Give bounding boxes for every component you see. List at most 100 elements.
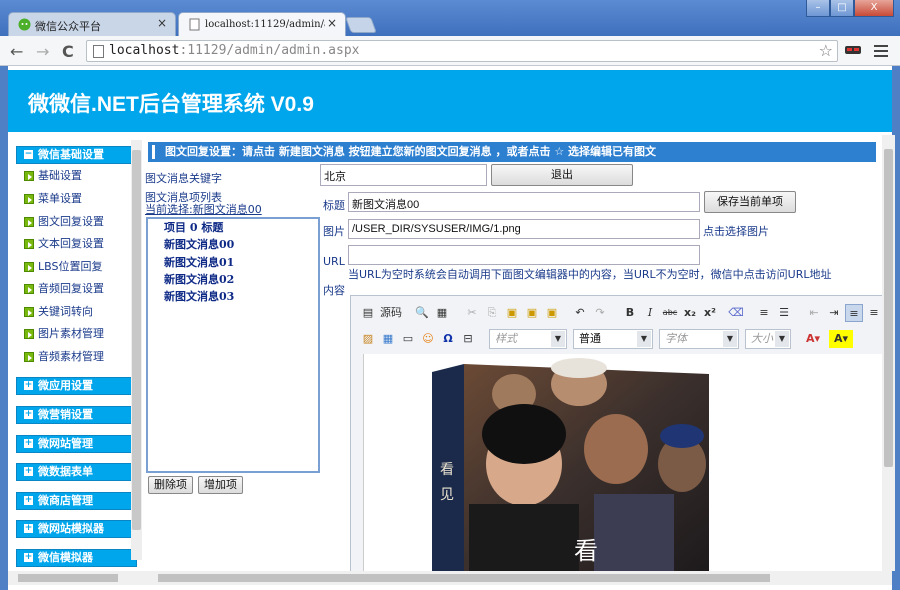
arrow-bullet-icon: [24, 194, 34, 204]
align-left-icon[interactable]: ≡: [845, 304, 863, 322]
source-button[interactable]: 源码: [377, 304, 405, 322]
delete-item-button[interactable]: 删除项: [148, 476, 193, 494]
paste-icon[interactable]: ▣: [503, 304, 521, 322]
arrow-bullet-icon: [24, 329, 34, 339]
save-item-button[interactable]: 保存当前单项: [704, 191, 796, 213]
image-path-input[interactable]: /USER_DIR/SYSUSER/IMG/1.png: [348, 219, 700, 239]
sidebar-item-news-reply[interactable]: 图文回复设置: [24, 213, 104, 231]
list-item[interactable]: 新图文消息01: [164, 254, 234, 270]
sidebar-item-text-reply[interactable]: 文本回复设置: [24, 235, 104, 253]
image-icon[interactable]: ▨: [359, 330, 377, 348]
indent-icon[interactable]: ⇥: [825, 304, 843, 322]
list-item[interactable]: 新图文消息02: [164, 271, 234, 287]
horizontal-line-icon[interactable]: ▭: [399, 330, 417, 348]
forward-button[interactable]: →: [36, 42, 49, 61]
item-listbox[interactable]: 项目 0 标题 新图文消息00 新图文消息01 新图文消息02 新图文消息03: [146, 217, 320, 473]
superscript-icon[interactable]: x²: [701, 304, 719, 322]
url-input[interactable]: [348, 245, 700, 265]
page-scrollbar[interactable]: [882, 135, 895, 571]
table-icon[interactable]: ▦: [379, 330, 397, 348]
sidebar-item-keyword-redirect[interactable]: 关键词转向: [24, 303, 93, 321]
arrow-bullet-icon: [24, 284, 34, 294]
redo-icon[interactable]: ↷: [591, 304, 609, 322]
chevron-down-icon: ▼: [775, 331, 789, 347]
expand-icon: +: [24, 466, 33, 476]
paste-word-icon[interactable]: ▣: [543, 304, 561, 322]
minimize-button[interactable]: –: [806, 0, 830, 17]
add-item-button[interactable]: 增加项: [198, 476, 243, 494]
sidebar-item-image-assets[interactable]: 图片素材管理: [24, 325, 104, 343]
sidebar-item-basic-settings[interactable]: 基础设置: [24, 167, 82, 185]
preview-icon[interactable]: 🔍: [413, 304, 431, 322]
close-window-button[interactable]: X: [854, 0, 894, 17]
scroll-thumb[interactable]: [18, 574, 118, 582]
paste-text-icon[interactable]: ▣: [523, 304, 541, 322]
close-tab-icon[interactable]: ×: [157, 16, 167, 30]
list-item[interactable]: 新图文消息03: [164, 288, 234, 304]
sidebar-group-site[interactable]: + 微网站管理: [16, 435, 137, 453]
sidebar-item-audio-assets[interactable]: 音频素材管理: [24, 348, 104, 366]
choose-image-link[interactable]: 点击选择图片: [703, 223, 769, 239]
arrow-bullet-icon: [24, 262, 34, 272]
template-icon[interactable]: ▦: [433, 304, 451, 322]
bold-icon[interactable]: B: [621, 304, 639, 322]
exit-button[interactable]: 退出: [491, 164, 633, 186]
format-select[interactable]: 普通 ▼: [573, 329, 653, 349]
scroll-thumb[interactable]: [158, 574, 770, 582]
page-icon: [93, 45, 104, 58]
sidebar-item-audio-reply[interactable]: 音频回复设置: [24, 280, 104, 298]
outdent-icon[interactable]: ⇤: [805, 304, 823, 322]
close-tab-icon[interactable]: ×: [327, 16, 337, 30]
sidebar-scrollbar[interactable]: [131, 140, 142, 560]
scroll-thumb[interactable]: [132, 150, 141, 530]
bookmark-star-icon[interactable]: ☆: [819, 41, 833, 60]
bullet-list-icon[interactable]: ☰: [775, 304, 793, 322]
page-break-icon[interactable]: ⊟: [459, 330, 477, 348]
keyword-input[interactable]: 北京: [320, 164, 487, 186]
sidebar-group-site-simulator[interactable]: + 微网站模拟器: [16, 520, 137, 538]
size-select[interactable]: 大小 ▼: [745, 329, 791, 349]
sidebar-group-forms[interactable]: + 微数据表单: [16, 463, 137, 481]
strike-icon[interactable]: abc: [661, 304, 679, 322]
address-bar[interactable]: localhost:11129/admin/admin.aspx ☆: [86, 40, 838, 62]
special-char-icon[interactable]: Ω: [439, 330, 457, 348]
sidebar-group-wechat-simulator[interactable]: + 微信模拟器: [16, 549, 137, 567]
list-item[interactable]: 项目 0 标题: [164, 219, 223, 235]
menu-icon[interactable]: [874, 42, 888, 60]
style-select[interactable]: 样式 ▼: [489, 329, 567, 349]
sidebar-item-lbs-reply[interactable]: LBS位置回复: [24, 258, 102, 276]
wechat-icon: [18, 18, 31, 31]
sidebar-group-shop[interactable]: + 微商店管理: [16, 492, 137, 510]
numbered-list-icon[interactable]: ≡: [755, 304, 773, 322]
reload-button[interactable]: C: [62, 42, 74, 61]
undo-icon[interactable]: ↶: [571, 304, 589, 322]
text-color-icon[interactable]: A▾: [801, 330, 825, 348]
sidebar-group-marketing[interactable]: + 微营销设置: [16, 406, 137, 424]
scroll-thumb[interactable]: [884, 149, 893, 467]
smiley-icon[interactable]: ☺: [419, 330, 437, 348]
copy-icon[interactable]: ⎘: [483, 304, 501, 322]
cut-icon[interactable]: ✂: [463, 304, 481, 322]
sidebar-group-apps[interactable]: + 微应用设置: [16, 377, 137, 395]
new-tab-button[interactable]: [345, 17, 377, 33]
horizontal-scrollbar[interactable]: [8, 571, 892, 585]
source-icon[interactable]: ▤: [359, 304, 377, 322]
list-item[interactable]: 新图文消息00: [164, 236, 234, 252]
subscript-icon[interactable]: x₂: [681, 304, 699, 322]
editor-content-area[interactable]: 看 见 看: [363, 354, 884, 574]
font-select[interactable]: 字体 ▼: [659, 329, 739, 349]
align-center-icon[interactable]: ≡: [865, 304, 883, 322]
back-button[interactable]: ←: [10, 42, 23, 61]
tab-wechat-platform[interactable]: 微信公众平台 ×: [8, 12, 176, 36]
background-color-icon[interactable]: A▾: [829, 330, 853, 348]
tab-admin[interactable]: localhost:11129/admin/a ×: [178, 12, 346, 36]
extension-mask-icon[interactable]: [844, 42, 862, 58]
maximize-button[interactable]: □: [830, 0, 854, 17]
italic-icon[interactable]: I: [641, 304, 659, 322]
arrow-bullet-icon: [24, 217, 34, 227]
sidebar-item-menu-settings[interactable]: 菜单设置: [24, 190, 82, 208]
chevron-down-icon: ▼: [723, 331, 737, 347]
sidebar-group-basic[interactable]: − 微信基础设置: [16, 146, 137, 164]
remove-format-icon[interactable]: ⌫: [727, 304, 745, 322]
title-input[interactable]: 新图文消息00: [348, 192, 700, 212]
